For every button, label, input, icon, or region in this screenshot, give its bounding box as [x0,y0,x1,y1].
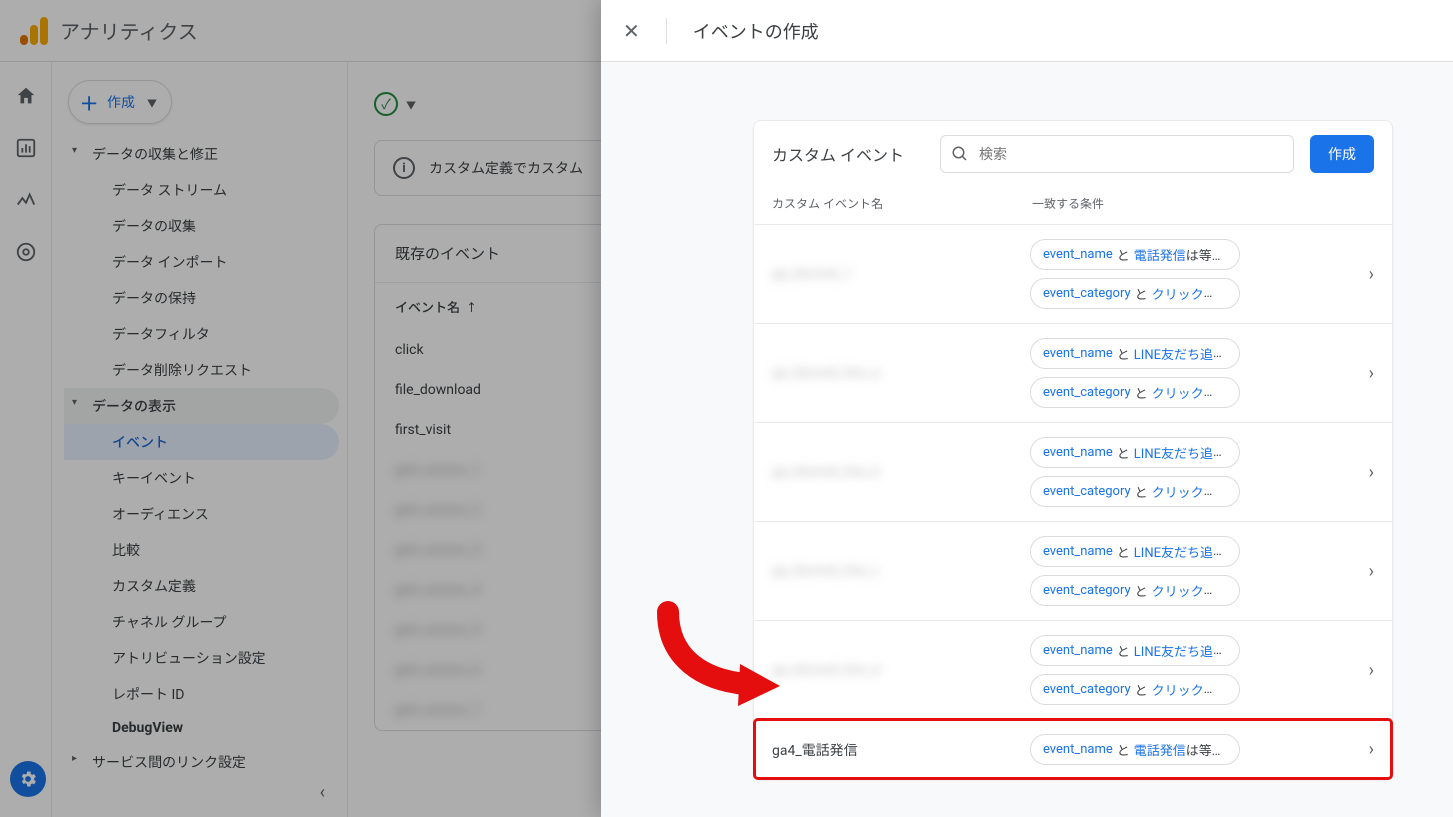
custom-event-name: ga_blurred_line_a [772,365,1030,381]
custom-event-row[interactable]: ga_blurred_line_aevent_name と LINE友だち追…e… [754,323,1392,422]
custom-event-row[interactable]: ga_blurred_1event_name と 電話発信 は等… event_c… [754,224,1392,323]
custom-event-name: ga_blurred_line_c [772,563,1030,579]
panel-rows: ga_blurred_1event_name と 電話発信 は等…event_c… [754,224,1392,779]
custom-event-name: ga_blurred_1 [772,266,1030,282]
chevron-right-icon[interactable]: › [1361,739,1374,760]
custom-event-row[interactable]: ga_blurred_line_devent_name と LINE友だち追…e… [754,620,1392,719]
drawer-body: カスタム イベント 作成 カスタム イベント名 一致する条件 ga_blurre… [601,62,1453,817]
panel-columns: カスタム イベント名 一致する条件 [754,187,1392,224]
custom-event-row-highlighted[interactable]: ga4_電話発信event_name と 電話発信 は等… › [754,719,1392,779]
chevron-right-icon[interactable]: › [1361,561,1374,582]
conditions: event_name と 電話発信 は等… event_category と クリ… [1030,239,1361,309]
condition-chip: event_name と LINE友だち追… [1030,536,1240,567]
condition-chip: event_name と LINE友だち追… [1030,635,1240,666]
panel-search-input[interactable] [969,146,1283,162]
condition-chip: event_category と クリック … [1030,278,1240,309]
condition-chip: event_category と クリック … [1030,476,1240,507]
condition-chip: event_name と LINE友だち追… [1030,437,1240,468]
chevron-right-icon[interactable]: › [1361,660,1374,681]
col-custom-event-name: カスタム イベント名 [772,195,1032,212]
drawer-header: ✕ イベントの作成 [601,0,1453,62]
custom-event-name: ga_blurred_line_b [772,464,1030,480]
conditions: event_name と LINE友だち追… event_category と ク… [1030,635,1361,705]
condition-chip: event_name と LINE友だち追… [1030,338,1240,369]
condition-chip: event_name と 電話発信 は等… [1030,239,1240,270]
panel-search[interactable] [940,135,1294,173]
custom-event-name: ga_blurred_line_d [772,662,1030,678]
close-icon[interactable]: ✕ [623,19,640,43]
chevron-right-icon[interactable]: › [1361,264,1374,285]
drawer-title: イベントの作成 [666,18,819,44]
condition-chip: event_name と 電話発信 は等… [1030,734,1240,765]
chevron-right-icon[interactable]: › [1361,363,1374,384]
panel-title: カスタム イベント [772,142,904,166]
custom-event-row[interactable]: ga_blurred_line_cevent_name と LINE友だち追…e… [754,521,1392,620]
panel-header: カスタム イベント 作成 [754,121,1392,187]
conditions: event_name と 電話発信 は等… [1030,734,1361,765]
conditions: event_name と LINE友だち追… event_category と ク… [1030,338,1361,408]
condition-chip: event_category と クリック … [1030,674,1240,705]
conditions: event_name と LINE友だち追… event_category と ク… [1030,536,1361,606]
conditions: event_name と LINE友だち追… event_category と ク… [1030,437,1361,507]
chevron-right-icon[interactable]: › [1361,462,1374,483]
create-event-drawer: ✕ イベントの作成 カスタム イベント 作成 カスタム イベント名 一致する条件… [601,0,1453,817]
custom-event-row[interactable]: ga_blurred_line_bevent_name と LINE友だち追…e… [754,422,1392,521]
col-matching-conditions: 一致する条件 [1032,195,1104,212]
condition-chip: event_category と クリック … [1030,575,1240,606]
search-icon [951,145,969,163]
create-event-button[interactable]: 作成 [1310,135,1374,173]
condition-chip: event_category と クリック … [1030,377,1240,408]
custom-event-name: ga4_電話発信 [772,740,1030,760]
custom-events-panel: カスタム イベント 作成 カスタム イベント名 一致する条件 ga_blurre… [753,120,1393,780]
